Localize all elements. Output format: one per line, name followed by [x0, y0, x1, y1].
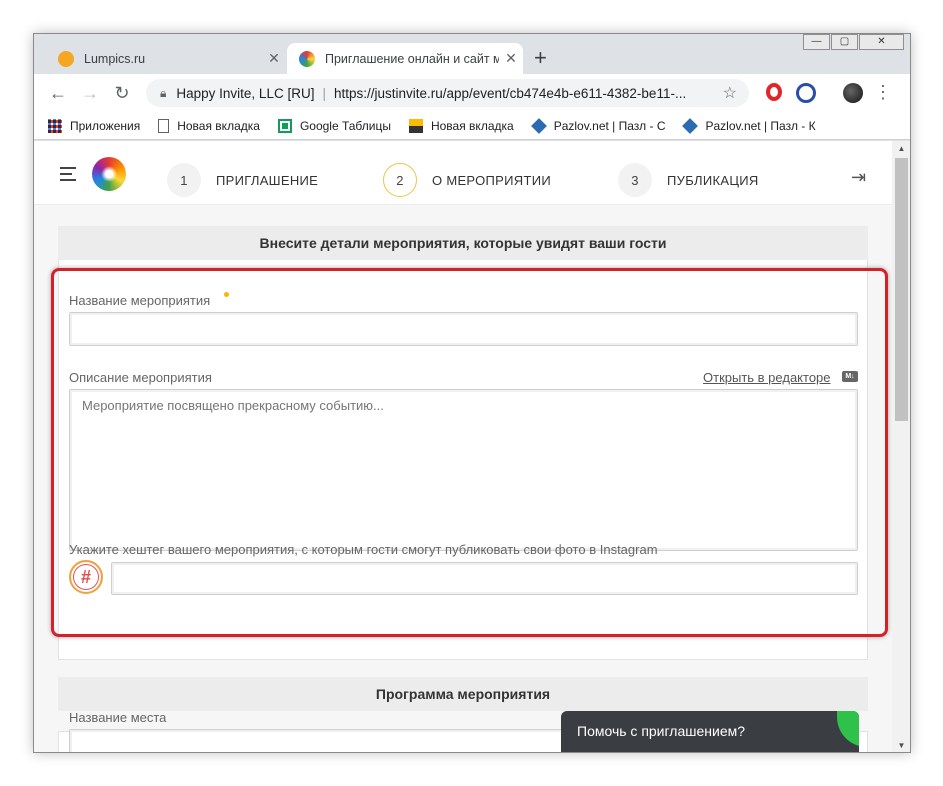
- place-name-label: Название места: [69, 710, 167, 725]
- new-tab-icon[interactable]: +: [534, 46, 547, 70]
- puzzle-icon: [682, 117, 699, 134]
- hashtag-input[interactable]: [111, 562, 858, 595]
- step-publication[interactable]: 3 ПУБЛИКАЦИЯ: [618, 163, 759, 197]
- details-section-header: Внесите детали мероприятия, которые увид…: [58, 226, 868, 260]
- happy-invite-logo[interactable]: [92, 157, 126, 191]
- bookmark-star-icon[interactable]: ☆: [723, 83, 737, 103]
- bookmark-apps[interactable]: Приложения: [48, 118, 140, 133]
- step-label: ПРИГЛАШЕНИЕ: [216, 172, 319, 188]
- image-icon: [408, 118, 423, 133]
- separator: |: [322, 85, 326, 101]
- page-scrollbar[interactable]: ▲ ▼: [892, 141, 910, 752]
- scrollbar-thumb[interactable]: [895, 158, 908, 421]
- step-number: 3: [618, 163, 652, 197]
- back-icon[interactable]: ←: [42, 83, 74, 104]
- page-icon: [158, 118, 170, 133]
- bookmark-pazlov-2[interactable]: Pazlov.net | Пазл - К: [682, 117, 816, 134]
- tab-lumpics[interactable]: Lumpics.ru ✕: [46, 43, 286, 74]
- step-about-event[interactable]: 2 О МЕРОПРИЯТИИ: [383, 163, 551, 197]
- opera-extension-icon[interactable]: [766, 83, 782, 101]
- scroll-down-icon[interactable]: ▼: [892, 738, 910, 752]
- logout-icon[interactable]: ⇥: [851, 167, 866, 188]
- close-tab-icon[interactable]: ✕: [499, 50, 523, 67]
- bookmarks-bar: Приложения Новая вкладка Google Таблицы …: [34, 112, 910, 140]
- apps-grid-icon: [48, 118, 62, 133]
- step-number: 2: [383, 163, 417, 197]
- program-section-header: Программа мероприятия: [58, 677, 868, 711]
- bookmark-google-sheets[interactable]: Google Таблицы: [277, 118, 391, 133]
- close-window-icon[interactable]: ✕: [859, 34, 904, 50]
- place-name-input[interactable]: [69, 729, 569, 752]
- browser-toolbar: ← → ↻ 🔒︎ Happy Invite, LLC [RU] | https:…: [34, 74, 910, 112]
- help-chat-widget[interactable]: Помочь с приглашением?: [561, 711, 859, 752]
- event-name-input[interactable]: [69, 312, 858, 346]
- markdown-icon[interactable]: M↓: [842, 371, 858, 382]
- browser-menu-icon[interactable]: ⋮: [874, 82, 892, 103]
- scroll-up-icon[interactable]: ▲: [892, 141, 910, 157]
- sheets-icon: [277, 118, 292, 133]
- justinvite-favicon-icon: [299, 50, 315, 67]
- bookmark-new-tab[interactable]: Новая вкладка: [158, 118, 260, 133]
- chat-prompt-text: Помочь с приглашением?: [577, 723, 746, 739]
- steps-header: 1 ПРИГЛАШЕНИЕ 2 О МЕРОПРИЯТИИ 3 ПУБЛИКАЦ…: [34, 141, 892, 205]
- lock-icon[interactable]: 🔒︎: [160, 86, 166, 101]
- hashtag-label: Укажите хештег вашего мероприятия, с кот…: [69, 542, 658, 557]
- puzzle-icon: [530, 117, 547, 134]
- tab-justinvite[interactable]: Приглашение онлайн и сайт ме ✕: [287, 43, 523, 74]
- site-name: Happy Invite, LLC [RU]: [176, 85, 315, 101]
- reload-icon[interactable]: ↻: [106, 83, 138, 104]
- address-bar[interactable]: 🔒︎ Happy Invite, LLC [RU] | https://just…: [146, 79, 749, 107]
- profile-avatar-icon[interactable]: [843, 83, 863, 103]
- hamburger-menu-icon[interactable]: [60, 167, 76, 185]
- window-controls: — ▢ ✕: [802, 34, 904, 50]
- instagram-hashtag-icon: #: [69, 560, 103, 594]
- web-page: 1 ПРИГЛАШЕНИЕ 2 О МЕРОПРИЯТИИ 3 ПУБЛИКАЦ…: [34, 141, 892, 752]
- tab-title: Приглашение онлайн и сайт ме: [325, 51, 499, 66]
- forward-icon[interactable]: →: [74, 83, 106, 104]
- step-label: О МЕРОПРИЯТИИ: [432, 172, 551, 188]
- browser-window: Lumpics.ru ✕ Приглашение онлайн и сайт м…: [33, 33, 911, 753]
- lumpics-favicon-icon: [58, 50, 74, 67]
- tab-title: Lumpics.ru: [84, 51, 146, 66]
- event-name-label: Название мероприятия: [69, 293, 211, 308]
- minimize-icon[interactable]: —: [803, 34, 830, 50]
- event-description-textarea[interactable]: [69, 389, 858, 551]
- bookmark-new-tab-2[interactable]: Новая вкладка: [408, 118, 514, 133]
- bookmark-pazlov-1[interactable]: Pazlov.net | Пазл - С: [530, 117, 665, 134]
- vpn-extension-icon[interactable]: [796, 83, 816, 103]
- required-indicator-icon: [224, 292, 229, 297]
- url-text: https://justinvite.ru/app/event/cb474e4b…: [333, 85, 687, 101]
- step-invitation[interactable]: 1 ПРИГЛАШЕНИЕ: [167, 163, 318, 197]
- event-description-label: Описание мероприятия: [69, 370, 212, 385]
- step-label: ПУБЛИКАЦИЯ: [667, 172, 759, 188]
- step-number: 1: [167, 163, 201, 197]
- chat-leaf-icon: [837, 711, 859, 747]
- close-tab-icon[interactable]: ✕: [262, 50, 286, 67]
- title-bar: Lumpics.ru ✕ Приглашение онлайн и сайт м…: [34, 34, 910, 74]
- open-editor-link[interactable]: Открыть в редакторе: [703, 370, 831, 385]
- maximize-icon[interactable]: ▢: [831, 34, 858, 50]
